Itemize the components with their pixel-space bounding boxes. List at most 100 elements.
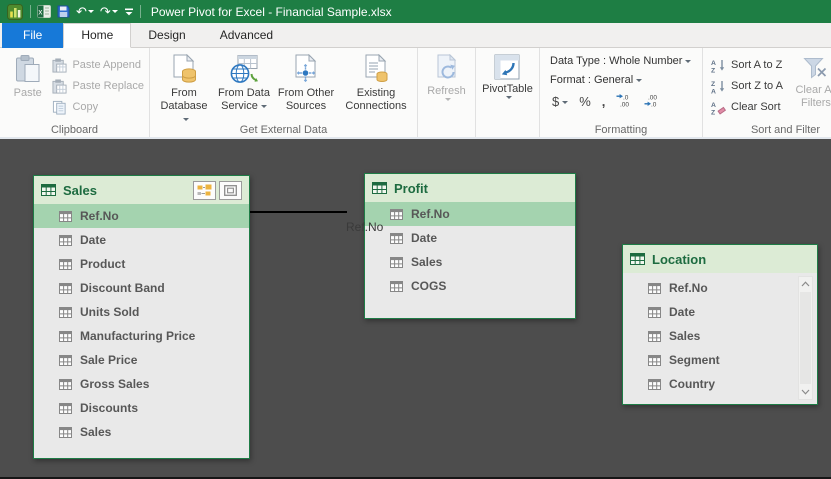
field-icon	[648, 355, 661, 366]
scroll-up-icon[interactable]	[799, 277, 812, 291]
format-dropdown[interactable]: Format : General	[550, 74, 691, 86]
sort-a-to-z-button[interactable]: AZ Sort A to Z	[708, 55, 786, 75]
field-icon	[59, 331, 72, 342]
table-field[interactable]: Date	[365, 226, 575, 250]
clear-sort-icon: AZ	[711, 100, 726, 115]
table-field[interactable]: Ref.No	[365, 202, 575, 226]
pivottable-button[interactable]: PivotTable	[479, 52, 536, 101]
tab-home[interactable]: Home	[63, 23, 131, 48]
ribbon: Paste Paste Append Paste Replace Copy Cl…	[0, 48, 831, 139]
customize-quick-access-icon[interactable]	[124, 7, 134, 17]
undo-dropdown-icon[interactable]	[88, 10, 94, 13]
table-field[interactable]: Date	[34, 228, 249, 252]
decrease-decimal-button[interactable]: .00.0	[644, 93, 661, 110]
create-hierarchy-button[interactable]	[193, 181, 216, 200]
pivottable-icon	[494, 54, 520, 80]
table-field[interactable]: Date	[623, 300, 817, 324]
table-header-profit[interactable]: Profit	[365, 174, 575, 202]
sort-a-to-z-label: Sort A to Z	[731, 59, 782, 71]
redo-icon[interactable]: ↷	[100, 5, 118, 18]
table-field[interactable]: Sales	[34, 420, 249, 444]
clear-all-filters-label-1: Clear All	[795, 84, 831, 97]
refresh-button[interactable]: Refresh	[424, 52, 469, 103]
copy-icon	[52, 100, 67, 115]
group-formatting: Data Type : Whole Number Format : Genera…	[540, 48, 703, 137]
from-other-sources-label-1: From Other	[278, 87, 334, 100]
table-field[interactable]: Units Sold	[34, 300, 249, 324]
ribbon-tabs: File Home Design Advanced	[0, 23, 831, 48]
existing-connections-icon	[362, 54, 390, 84]
clear-sort-button[interactable]: AZ Clear Sort	[708, 97, 786, 117]
from-data-service-button[interactable]: From Data Service	[214, 52, 274, 115]
table-header-location[interactable]: Location	[623, 245, 817, 273]
maximize-table-button[interactable]	[219, 181, 242, 200]
table-field[interactable]: Manufacturing Price	[34, 324, 249, 348]
clear-sort-label: Clear Sort	[731, 101, 781, 113]
powerpivot-app-icon	[7, 4, 24, 20]
table-name: Location	[652, 252, 706, 267]
clear-all-filters-label-2: Filters	[801, 97, 831, 110]
location-scrollbar[interactable]	[798, 276, 813, 400]
tab-file[interactable]: File	[2, 23, 63, 48]
field-icon	[59, 355, 72, 366]
undo-icon[interactable]: ↶	[76, 5, 94, 18]
thousands-separator-button[interactable]: ,	[602, 95, 606, 108]
table-icon	[41, 184, 56, 196]
table-field[interactable]: Segment	[623, 348, 817, 372]
table-field[interactable]: Sale Price	[34, 348, 249, 372]
sort-z-to-a-label: Sort Z to A	[731, 80, 783, 92]
paste-button[interactable]: Paste	[6, 52, 49, 102]
table-field[interactable]: Discounts	[34, 396, 249, 420]
copy-button[interactable]: Copy	[49, 97, 147, 117]
svg-text:.0: .0	[623, 95, 629, 102]
diagram-table-profit[interactable]: Profit Ref.No Date Sales COGS	[364, 173, 576, 319]
svg-text:Z: Z	[711, 80, 715, 87]
increase-decimal-button[interactable]: .0.00	[616, 93, 633, 110]
table-field[interactable]: Gross Sales	[34, 372, 249, 396]
table-field[interactable]: Sales	[365, 250, 575, 274]
paste-replace-label: Paste Replace	[72, 80, 144, 92]
excel-workbook-icon[interactable]: x	[37, 5, 51, 18]
sort-z-to-a-button[interactable]: ZA Sort Z to A	[708, 76, 786, 96]
field-icon	[59, 427, 72, 438]
table-header-sales[interactable]: Sales	[34, 176, 249, 204]
paste-replace-button[interactable]: Paste Replace	[49, 76, 147, 96]
table-field[interactable]: COGS	[365, 274, 575, 298]
data-type-dropdown[interactable]: Data Type : Whole Number	[550, 55, 691, 67]
redo-dropdown-icon[interactable]	[112, 10, 118, 13]
scrollbar-thumb[interactable]	[800, 292, 811, 384]
diagram-table-location[interactable]: Location Ref.No Date Sales Segment Count…	[622, 244, 818, 405]
field-icon	[59, 283, 72, 294]
tab-design[interactable]: Design	[131, 23, 202, 48]
from-other-sources-button[interactable]: From Other Sources	[274, 52, 338, 115]
paste-append-icon	[52, 58, 67, 73]
currency-format-button[interactable]: $	[552, 94, 568, 109]
diagram-table-sales[interactable]: Sales Ref.No Date Product Discount Band …	[33, 175, 250, 459]
titlebar-separator	[30, 5, 31, 18]
dropdown-arrow-icon	[562, 101, 568, 104]
svg-text:Z: Z	[711, 67, 715, 73]
existing-connections-button[interactable]: Existing Connections	[338, 52, 414, 115]
from-database-button[interactable]: From Database	[154, 52, 214, 129]
from-database-label-1: From	[171, 87, 197, 100]
window-title: Power Pivot for Excel - Financial Sample…	[151, 5, 392, 19]
table-field[interactable]: Product	[34, 252, 249, 276]
save-icon[interactable]	[57, 5, 70, 18]
relationship-line[interactable]	[250, 211, 347, 213]
dropdown-arrow-icon	[445, 98, 451, 101]
field-icon	[390, 281, 403, 292]
field-icon	[59, 307, 72, 318]
table-field[interactable]: Sales	[623, 324, 817, 348]
table-field[interactable]: Discount Band	[34, 276, 249, 300]
paste-append-button[interactable]: Paste Append	[49, 55, 147, 75]
group-pivottable: PivotTable	[476, 48, 540, 137]
clear-all-filters-button[interactable]: Clear All Filters	[788, 54, 831, 112]
table-field[interactable]: Ref.No	[34, 204, 249, 228]
tab-advanced[interactable]: Advanced	[203, 23, 290, 48]
percent-format-button[interactable]: %	[579, 95, 591, 108]
table-field[interactable]: Ref.No	[623, 276, 817, 300]
svg-text:.00: .00	[620, 102, 629, 108]
dropdown-arrow-icon	[506, 96, 512, 99]
table-field[interactable]: Country	[623, 372, 817, 396]
scroll-down-icon[interactable]	[799, 385, 812, 399]
